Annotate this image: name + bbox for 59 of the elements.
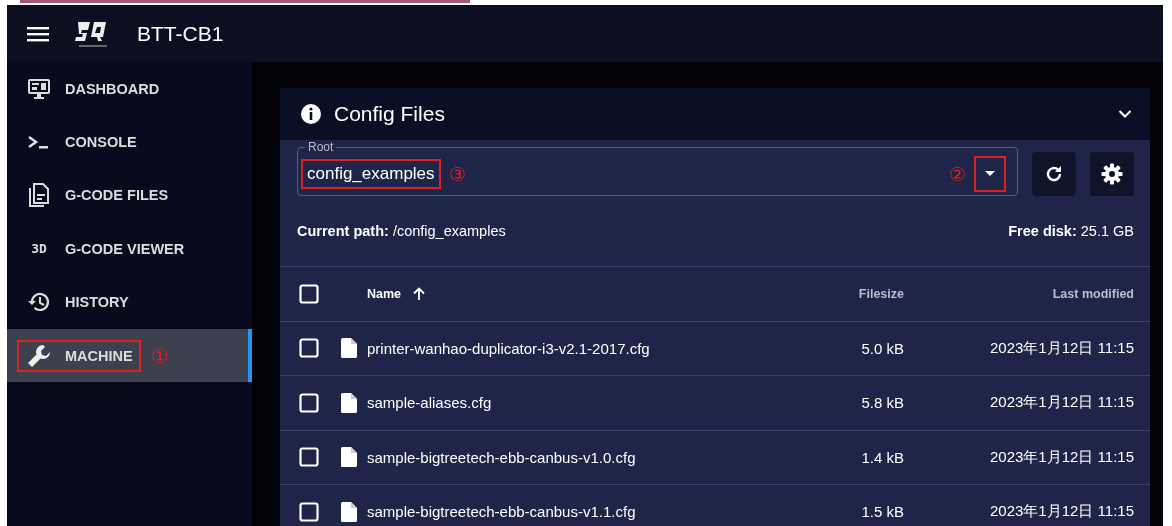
file-icon (341, 338, 357, 359)
nav-item[interactable]: 3D G-CODE VIEWER (7, 222, 252, 276)
nav-label: HISTORY (65, 294, 129, 311)
row-checkbox[interactable] (299, 501, 319, 522)
file-date: 2023年1月12日 11:15 (989, 447, 1135, 467)
nav-item[interactable]: G-CODE FILES (7, 168, 252, 223)
file-name[interactable]: sample-aliases.cfg (367, 394, 784, 412)
root-value: config_examples (301, 159, 441, 189)
file-size: 1.5 kB (860, 503, 904, 521)
file-icon (341, 501, 357, 522)
wrench-icon (26, 342, 52, 369)
file-size: 1.4 kB (860, 448, 904, 466)
nav-label: DASHBOARD (65, 80, 160, 97)
refresh-icon (1044, 164, 1064, 184)
terminal-prompt-icon (27, 134, 51, 151)
chevron-down-icon[interactable] (1118, 109, 1132, 119)
file-icon (341, 447, 357, 468)
free-disk: Free disk: 25.1 GB (1008, 223, 1134, 239)
column-header[interactable]: Name (367, 286, 426, 301)
nav-item[interactable]: HISTORY (7, 275, 252, 329)
settings-button[interactable] (1090, 152, 1134, 196)
file-name[interactable]: printer-wanhao-duplicator-i3-v2.1-2017.cfg (367, 339, 784, 357)
info-icon (300, 103, 322, 125)
file-date: 2023年1月12日 11:15 (989, 393, 1135, 413)
nav-item[interactable]: DASHBOARD (7, 62, 252, 116)
file-size: 5.0 kB (860, 339, 904, 357)
file-name[interactable]: sample-bigtreetech-ebb-canbus-v1.0.cfg (367, 448, 784, 466)
annotation-number: ③ (448, 162, 466, 186)
current-path: Current path: /config_examples (297, 223, 506, 239)
column-header[interactable]: Last modified (1052, 286, 1134, 301)
nav-label: CONSOLE (65, 134, 137, 151)
history-icon (27, 291, 51, 314)
select-all-checkbox[interactable] (299, 283, 319, 304)
nav-item[interactable]: MACHINE ① (7, 328, 252, 383)
settings-icon (1101, 163, 1123, 185)
annotation-number: ① (150, 343, 169, 368)
app-title: BTT-CB1 (137, 21, 224, 46)
menu-icon[interactable] (27, 25, 49, 42)
row-checkbox[interactable] (299, 392, 319, 413)
refresh-button[interactable] (1032, 152, 1076, 196)
monitor-icon (27, 77, 51, 100)
nav-item[interactable]: CONSOLE (7, 115, 252, 169)
row-checkbox[interactable] (299, 447, 319, 468)
panel-title: Config Files (334, 102, 446, 126)
documents-icon (28, 182, 50, 209)
file-size: 5.8 kB (860, 394, 904, 412)
3d-icon: 3D (31, 241, 47, 257)
nav-label: G-CODE FILES (65, 187, 169, 204)
nav-label: G-CODE VIEWER (65, 240, 185, 257)
file-icon (341, 392, 357, 413)
column-header[interactable]: Filesize (858, 286, 904, 301)
nav-label: MACHINE (19, 341, 139, 370)
file-date: 2023年1月12日 11:15 (989, 502, 1135, 522)
dropdown-caret-icon[interactable] (985, 171, 995, 177)
annotation-number: ② (949, 162, 966, 186)
file-date: 2023年1月12日 11:15 (989, 338, 1135, 358)
file-name[interactable]: sample-bigtreetech-ebb-canbus-v1.1.cfg (367, 503, 784, 521)
row-checkbox[interactable] (299, 338, 319, 359)
sort-arrow-icon[interactable] (413, 286, 426, 301)
